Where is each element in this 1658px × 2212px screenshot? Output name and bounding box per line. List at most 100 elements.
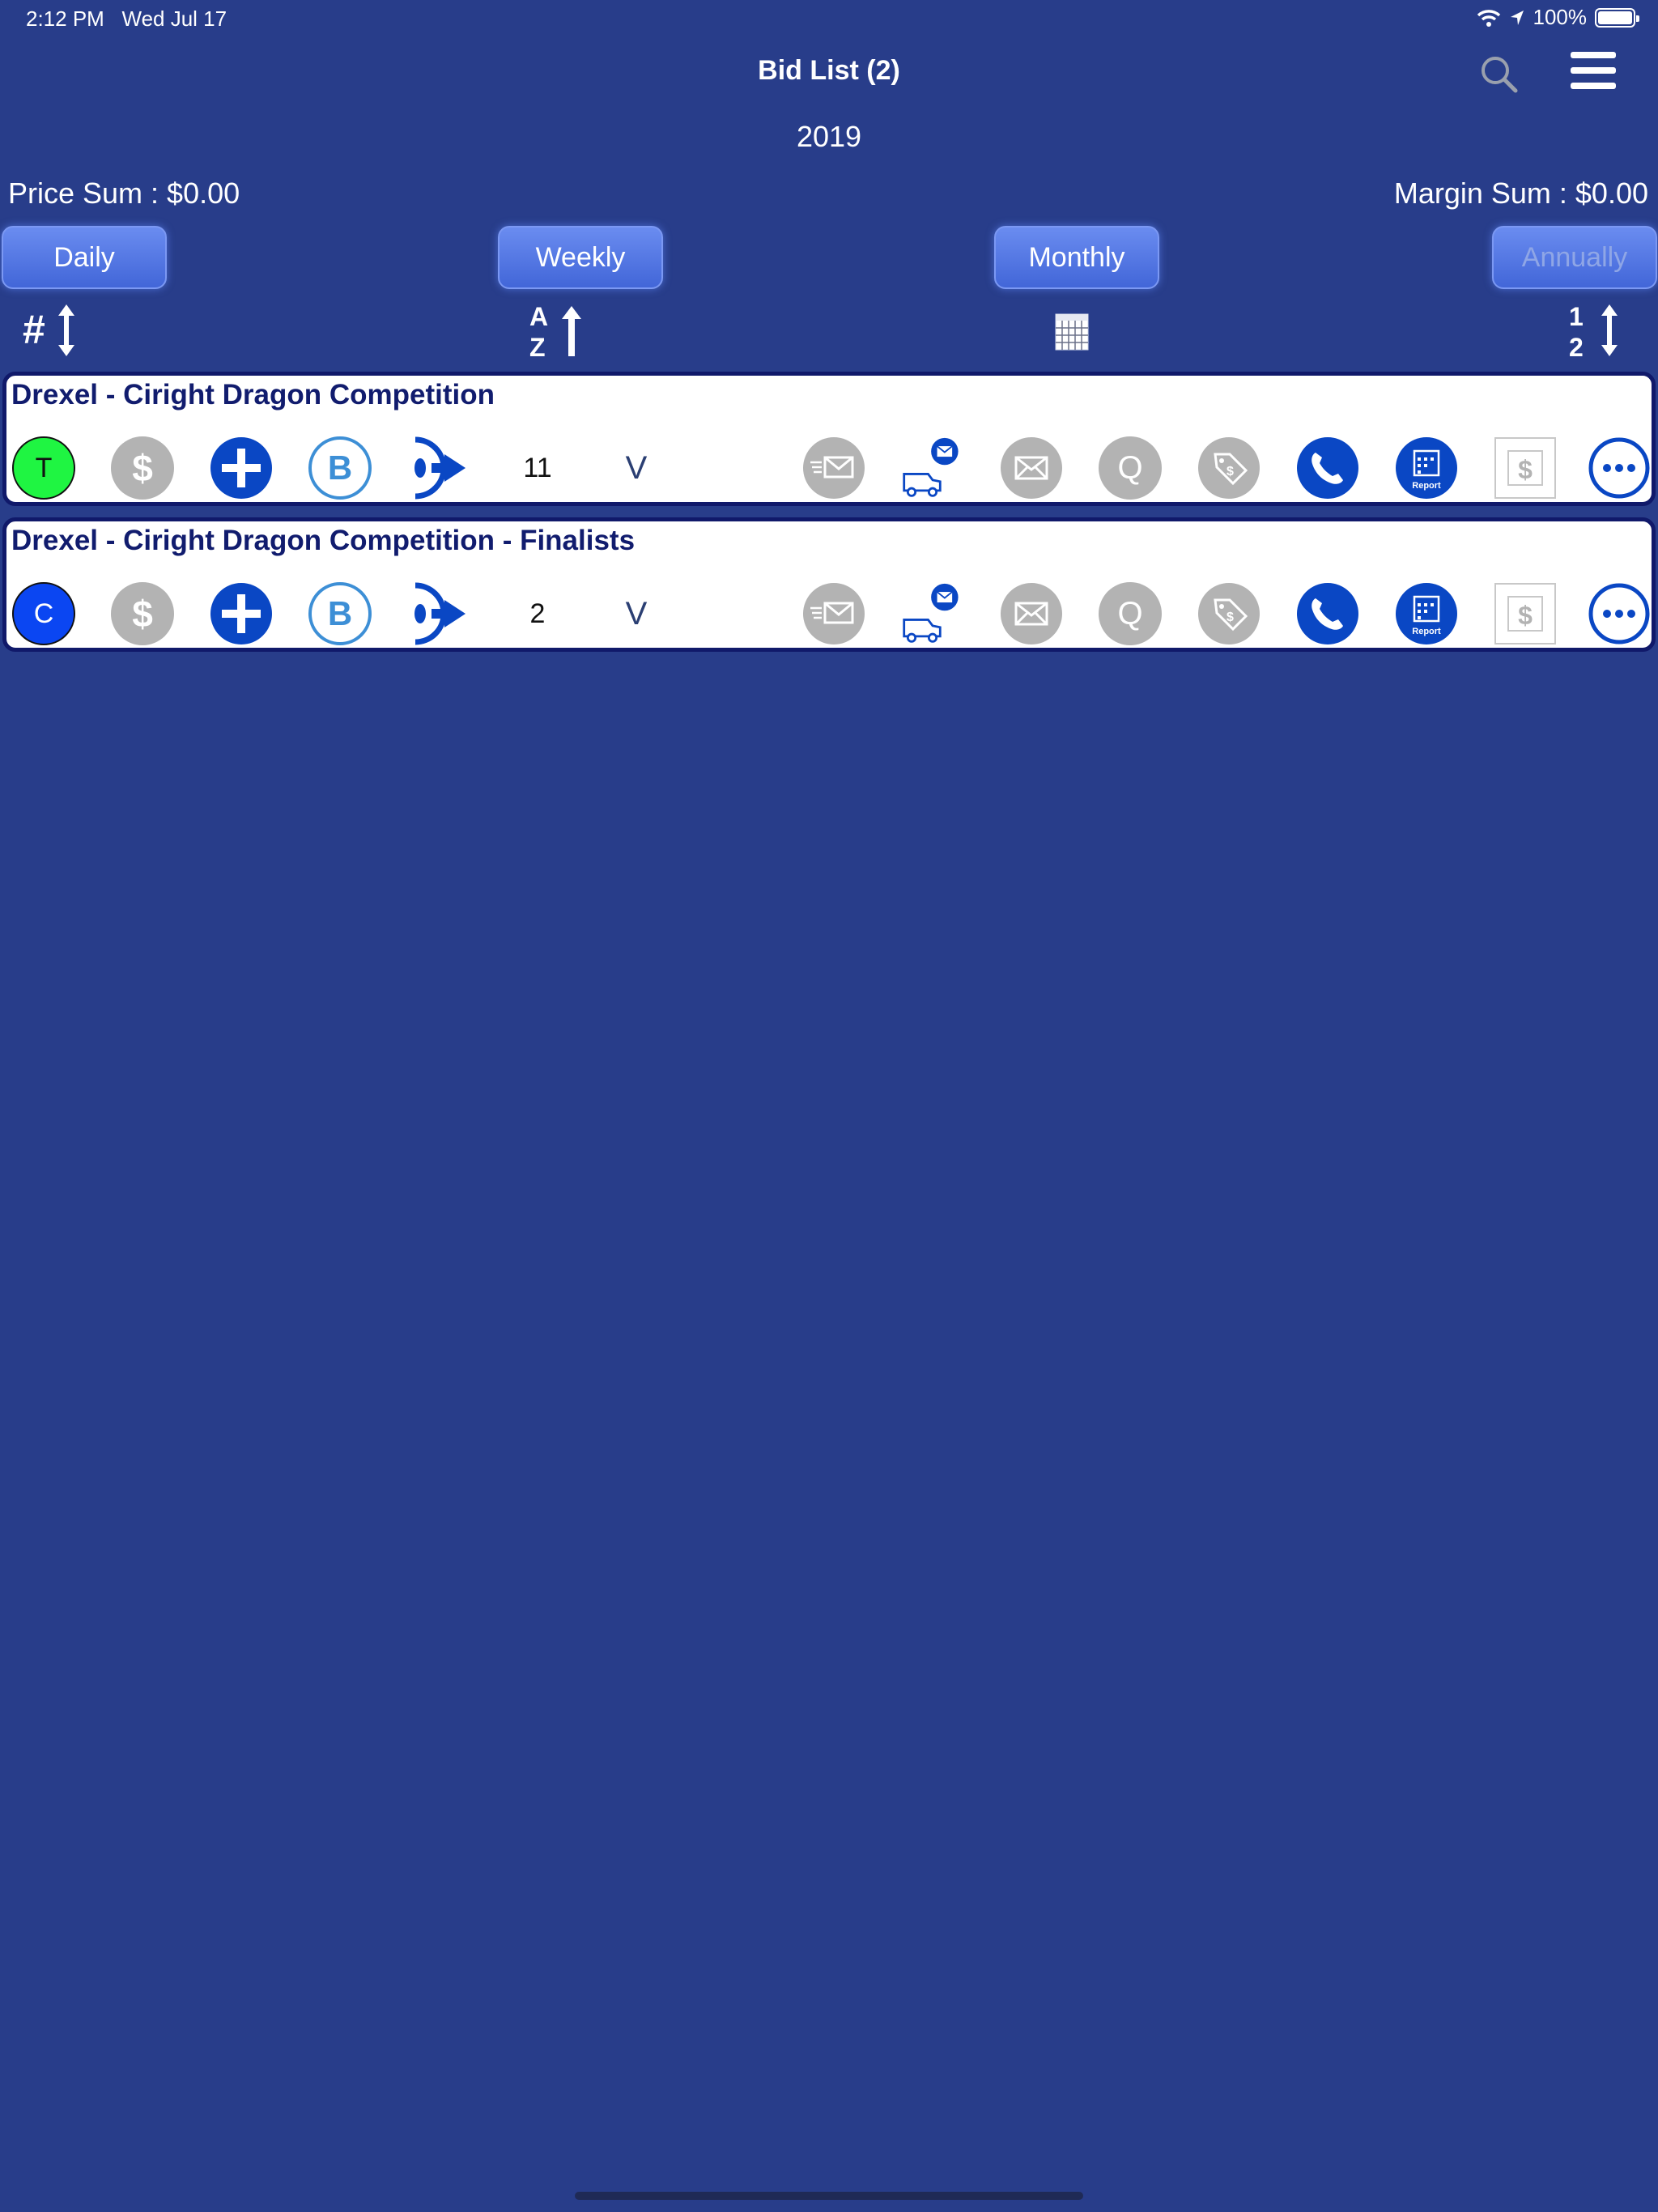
price-tag-button[interactable]: $ xyxy=(1197,582,1261,645)
q-button[interactable]: Q xyxy=(1099,582,1162,645)
report-calendar-icon: Report xyxy=(1396,437,1457,499)
svg-text:#: # xyxy=(23,307,45,352)
forward-signal-icon xyxy=(414,582,466,645)
year-label[interactable]: 2019 xyxy=(0,120,1658,154)
plus-icon xyxy=(210,437,272,499)
add-button[interactable] xyxy=(210,582,273,645)
price-tag-icon: $ xyxy=(1198,437,1260,499)
status-letter: T xyxy=(35,452,53,483)
svg-text:$: $ xyxy=(1226,610,1234,624)
battery-icon xyxy=(1595,7,1639,28)
q-button[interactable]: Q xyxy=(1099,436,1162,500)
add-button[interactable] xyxy=(210,436,273,500)
calendar-icon xyxy=(1055,313,1089,351)
v-label: V xyxy=(625,595,648,632)
weekly-button[interactable]: Weekly xyxy=(498,226,663,289)
svg-text:$: $ xyxy=(1518,455,1533,484)
status-bar-right: 100% xyxy=(1477,5,1639,30)
report-calendar-icon: Report xyxy=(1396,583,1457,644)
hash-sort-icon: # xyxy=(23,304,74,356)
status-cell[interactable]: C xyxy=(12,582,75,645)
truck-message-button[interactable] xyxy=(901,436,964,500)
home-indicator[interactable] xyxy=(575,2192,1083,2200)
battery-percent: 100% xyxy=(1533,5,1588,29)
dollar-square-button[interactable]: $ xyxy=(1494,436,1557,500)
status-date: Wed Jul 17 xyxy=(121,6,227,31)
price-tag-button[interactable]: $ xyxy=(1197,436,1261,500)
fax-mail-icon xyxy=(803,583,865,644)
v-button[interactable]: V xyxy=(605,582,668,645)
battery-fill xyxy=(1598,11,1632,24)
report-button[interactable]: Report xyxy=(1395,436,1458,500)
wifi-icon xyxy=(1477,9,1500,27)
daily-button[interactable]: Daily xyxy=(2,226,167,289)
v-button[interactable]: V xyxy=(605,436,668,500)
bid-title[interactable]: Drexel - Ciright Dragon Competition - Fi… xyxy=(11,525,635,557)
more-button[interactable] xyxy=(1588,436,1651,500)
svg-text:$: $ xyxy=(1226,465,1234,479)
truck-message-button[interactable] xyxy=(901,582,964,645)
fax-mail-icon xyxy=(803,437,865,499)
dollar-button[interactable]: $ xyxy=(111,582,174,645)
svg-text:2: 2 xyxy=(1569,333,1584,361)
mail-blocked-icon xyxy=(1001,437,1062,499)
truck-message-icon xyxy=(903,583,959,643)
sort-by-number-button[interactable]: # xyxy=(23,300,81,361)
b-button[interactable]: B xyxy=(308,582,372,645)
status-bar-time: 2:12 PM Wed Jul 17 xyxy=(26,6,227,32)
bid-list-item[interactable]: Drexel - Ciright Dragon Competition T $ … xyxy=(2,372,1656,506)
dollar-square-button[interactable]: $ xyxy=(1494,582,1557,645)
svg-text:Z: Z xyxy=(529,333,546,361)
annually-button[interactable]: Annually xyxy=(1492,226,1657,289)
sort-alphabetical-button[interactable]: A Z xyxy=(528,300,586,362)
menu-button[interactable] xyxy=(1571,52,1616,94)
price-tag-icon: $ xyxy=(1198,583,1260,644)
status-badge: C xyxy=(12,582,75,645)
dollar-icon: $ xyxy=(111,436,174,500)
dollar-icon: $ xyxy=(111,582,174,645)
price-sum: Price Sum : $0.00 xyxy=(8,177,240,210)
bid-list-item[interactable]: Drexel - Ciright Dragon Competition - Fi… xyxy=(2,517,1656,652)
monthly-button[interactable]: Monthly xyxy=(994,226,1159,289)
page-title: Bid List (2) xyxy=(758,55,900,86)
location-icon xyxy=(1510,10,1524,25)
fax-button[interactable] xyxy=(802,436,865,500)
dollar-square-icon: $ xyxy=(1494,437,1556,499)
mail-blocked-button[interactable] xyxy=(1000,436,1063,500)
numeric-sort-icon: 1 2 xyxy=(1569,302,1618,362)
report-button[interactable]: Report xyxy=(1395,582,1458,645)
calendar-button[interactable] xyxy=(1054,300,1091,361)
bid-title[interactable]: Drexel - Ciright Dragon Competition xyxy=(11,379,495,411)
plus-icon xyxy=(210,583,272,644)
b-icon: B xyxy=(308,582,372,645)
forward-button[interactable] xyxy=(407,582,470,645)
b-icon: B xyxy=(308,436,372,500)
bid-count: 11 xyxy=(523,452,552,483)
call-button[interactable] xyxy=(1296,582,1359,645)
b-button[interactable]: B xyxy=(308,436,372,500)
phone-icon xyxy=(1297,583,1358,644)
mail-blocked-button[interactable] xyxy=(1000,582,1063,645)
truck-message-icon xyxy=(903,437,959,497)
forward-button[interactable] xyxy=(407,436,470,500)
bid-count: 2 xyxy=(529,598,546,629)
search-icon xyxy=(1482,57,1518,93)
fax-button[interactable] xyxy=(802,582,865,645)
dollar-square-icon: $ xyxy=(1494,583,1556,644)
hamburger-menu-icon xyxy=(1571,52,1616,89)
call-button[interactable] xyxy=(1296,436,1359,500)
q-icon: Q xyxy=(1099,436,1162,500)
more-button[interactable] xyxy=(1588,582,1651,645)
mail-blocked-icon xyxy=(1001,583,1062,644)
more-icon xyxy=(1588,583,1650,644)
margin-sum: Margin Sum : $0.00 xyxy=(1393,177,1648,210)
svg-text:A: A xyxy=(529,302,548,331)
q-icon: Q xyxy=(1099,582,1162,645)
search-button[interactable] xyxy=(1478,53,1520,96)
status-cell[interactable]: T xyxy=(12,436,75,500)
sort-numeric-button[interactable]: 1 2 xyxy=(1569,300,1627,362)
svg-text:$: $ xyxy=(1518,601,1533,630)
report-label: Report xyxy=(1412,627,1441,636)
dollar-button[interactable]: $ xyxy=(111,436,174,500)
more-icon xyxy=(1588,437,1650,499)
